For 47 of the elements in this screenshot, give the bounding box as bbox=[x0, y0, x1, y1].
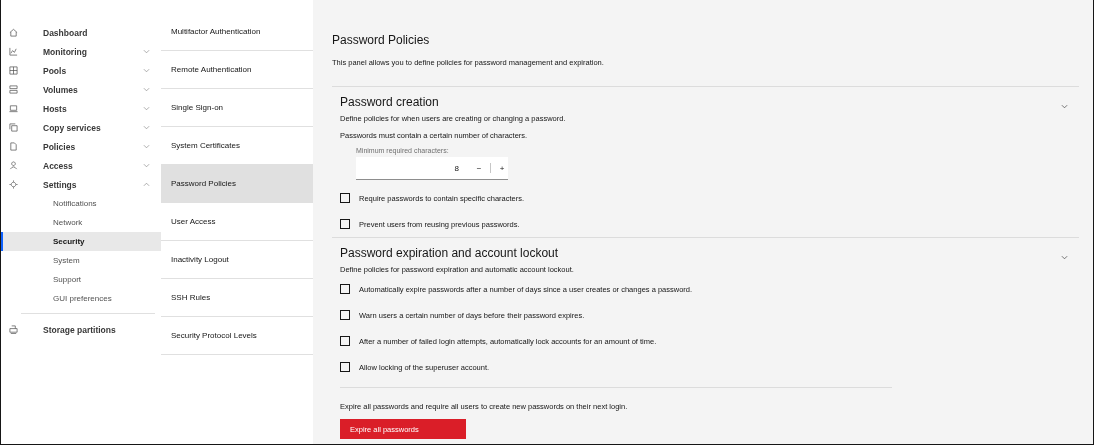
checkbox[interactable] bbox=[340, 336, 350, 346]
checkbox[interactable] bbox=[340, 193, 350, 203]
nav-subitem[interactable]: GUI preferences bbox=[1, 289, 161, 308]
chevron-down-icon[interactable] bbox=[1061, 104, 1068, 109]
chevron-down-icon bbox=[143, 68, 150, 73]
server-icon bbox=[9, 85, 18, 94]
chevron-down-icon[interactable] bbox=[1061, 255, 1068, 260]
chevron-up-icon bbox=[143, 182, 150, 187]
nav-item[interactable]: Hosts bbox=[1, 99, 161, 118]
nav-item[interactable]: Policies bbox=[1, 137, 161, 156]
nav-item[interactable]: Monitoring bbox=[1, 42, 161, 61]
document-icon bbox=[9, 142, 18, 151]
copy-icon bbox=[9, 123, 18, 132]
nav-subitem[interactable]: Support bbox=[1, 270, 161, 289]
nav-subitem[interactable]: Network bbox=[1, 213, 161, 232]
home-icon bbox=[9, 28, 18, 37]
subnav-item[interactable]: Password Policies bbox=[161, 165, 313, 203]
chevron-down-icon bbox=[143, 106, 150, 111]
section-heading: Password creation bbox=[340, 94, 439, 109]
nav-item[interactable]: Volumes bbox=[1, 80, 161, 99]
decrement-button[interactable]: − bbox=[473, 163, 485, 173]
section-heading: Password expiration and account lockout bbox=[340, 245, 559, 260]
nav-subitem[interactable]: Notifications bbox=[1, 194, 161, 213]
checkbox[interactable] bbox=[340, 310, 350, 320]
nav-item[interactable]: Access bbox=[1, 156, 161, 175]
increment-button[interactable]: + bbox=[496, 163, 508, 173]
nav-subitem[interactable]: System bbox=[1, 251, 161, 270]
nav-item[interactable]: Copy services bbox=[1, 118, 161, 137]
nav-item[interactable]: Settings bbox=[1, 175, 161, 194]
monitor-icon bbox=[9, 104, 18, 113]
page-title: Password Policies bbox=[332, 33, 431, 47]
grid-icon bbox=[9, 66, 18, 75]
chevron-down-icon bbox=[143, 125, 150, 130]
checkbox[interactable] bbox=[340, 219, 350, 229]
nav-item[interactable]: Storage partitions bbox=[1, 320, 161, 339]
nav-subitem[interactable]: Security bbox=[1, 232, 161, 251]
chevron-down-icon bbox=[143, 144, 150, 149]
checkbox[interactable] bbox=[340, 284, 350, 294]
chevron-down-icon bbox=[143, 163, 150, 168]
nav-item[interactable]: Dashboard bbox=[1, 23, 161, 42]
chart-icon bbox=[9, 47, 18, 56]
checkbox[interactable] bbox=[340, 362, 350, 372]
chevron-down-icon bbox=[143, 87, 150, 92]
nav-item[interactable]: Pools bbox=[1, 61, 161, 80]
chevron-down-icon bbox=[143, 49, 150, 54]
user-icon bbox=[9, 161, 18, 170]
number-input[interactable]: 8 bbox=[356, 163, 473, 173]
